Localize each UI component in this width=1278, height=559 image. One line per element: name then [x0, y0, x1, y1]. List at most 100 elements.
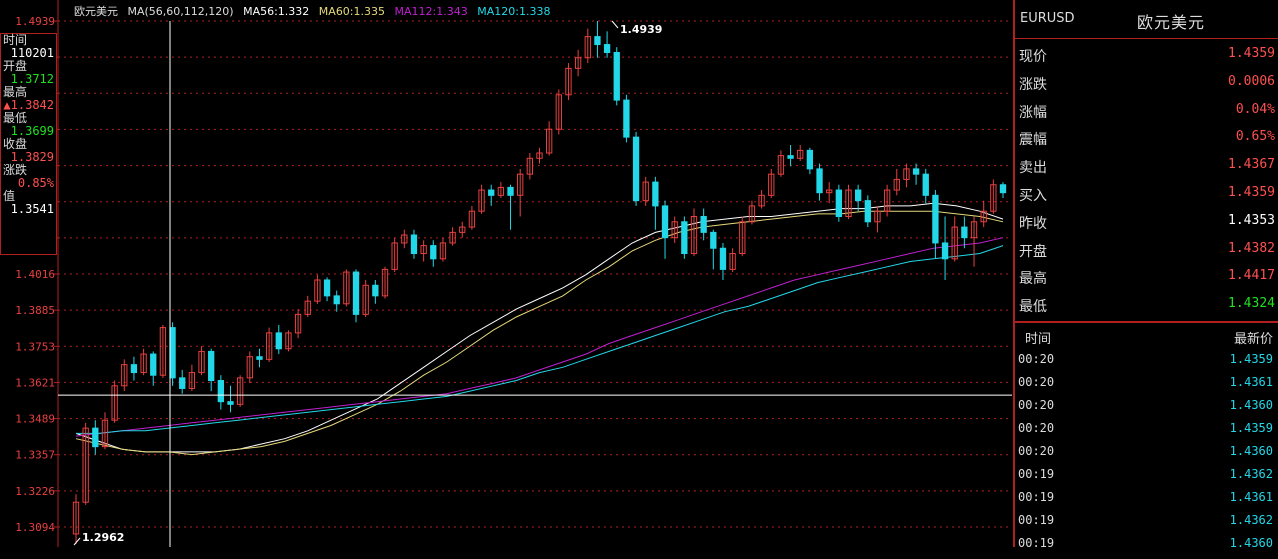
candle [903, 163, 910, 188]
candle [294, 309, 302, 339]
candle [362, 279, 369, 318]
candle [459, 221, 466, 238]
trade-row: 00:19 1.4362 [1015, 467, 1277, 490]
quote-row: 涨幅 0.04% [1015, 102, 1277, 122]
candle [130, 356, 138, 381]
candle [990, 179, 997, 214]
trade-row: 00:20 1.4361 [1015, 375, 1277, 398]
trade-row: 00:19 1.4360 [1015, 536, 1277, 559]
high-label: 1.4939 [620, 23, 662, 36]
candle-body [410, 234, 418, 255]
candle [632, 131, 640, 206]
quote-label: 现价 [1019, 49, 1047, 65]
candle [555, 89, 562, 135]
candle [758, 190, 765, 209]
moving-average-lines [75, 202, 1004, 456]
candle [420, 240, 427, 262]
candle [874, 205, 881, 233]
trades-time-header: 时间 [1025, 332, 1052, 347]
grid-lines [58, 20, 1012, 528]
candle [565, 63, 572, 101]
candle-body [323, 279, 331, 297]
candle-body [719, 247, 727, 270]
quote-value: 1.4367 [1228, 157, 1275, 173]
candle [285, 330, 292, 352]
candle [777, 150, 785, 177]
candle [690, 208, 698, 257]
trade-time: 00:19 [1018, 490, 1055, 504]
quote-label: 涨跌 [1019, 76, 1047, 93]
candle-body [169, 327, 176, 379]
candle [304, 295, 311, 318]
quote-value: 1.4359 [1228, 185, 1275, 200]
info-label: 最高 [3, 85, 28, 99]
candle [623, 94, 630, 143]
candle-body [941, 242, 949, 260]
low-arrow [73, 537, 81, 546]
candle-body [613, 51, 620, 101]
candle-body [594, 36, 601, 46]
trade-time: 00:20 [1018, 444, 1055, 458]
candle-body [652, 181, 659, 207]
candle-body [92, 427, 99, 448]
candle [797, 145, 804, 161]
candle-body [681, 221, 688, 255]
candles [72, 21, 1007, 544]
candle [410, 229, 418, 259]
candle-body [835, 189, 842, 217]
trade-price: 1.4361 [1229, 490, 1273, 504]
candle [594, 21, 601, 58]
candle-body [179, 377, 186, 389]
legend-ma120: MA120:1.338 [477, 5, 551, 18]
candle-body [787, 155, 794, 159]
quote-value: 1.4417 [1228, 268, 1275, 284]
candle [92, 420, 99, 455]
candle [864, 195, 871, 228]
trade-price: 1.4360 [1229, 444, 1273, 458]
high-arrow [611, 20, 619, 29]
candle [584, 28, 591, 64]
ma-legend: 欧元美元 MA(56,60,112,120) MA56:1.332 MA60:1… [74, 3, 556, 19]
trade-row: 00:19 1.4361 [1015, 490, 1277, 513]
crosshair-info-panel: 时间 110201 开盘 1.3712 最高 ▲1.3842 最低 1.3699 收盘 1.382… [0, 33, 57, 255]
quote-label: 买入 [1019, 188, 1047, 204]
candle-body [275, 332, 282, 350]
trade-time: 00:19 [1018, 513, 1055, 527]
candle-body [372, 284, 379, 297]
candle-body [922, 173, 929, 196]
quote-value: 1.4382 [1228, 240, 1275, 256]
info-value: ▲1.3842 [3, 98, 54, 112]
candle [343, 269, 350, 307]
candle-body [488, 189, 495, 196]
quote-label: 开盘 [1019, 243, 1047, 260]
candle [806, 147, 814, 175]
candle [256, 348, 263, 368]
quote-label: 卖出 [1019, 160, 1047, 177]
candle-body [150, 353, 157, 376]
candle-body [864, 200, 871, 223]
trade-price: 1.4360 [1229, 536, 1273, 550]
candle-body [961, 226, 968, 239]
quote-label: 最低 [1019, 299, 1047, 316]
y-tick-label: 1.3489 [15, 413, 55, 426]
candlestick-chart[interactable]: 1.49390775441280481.40161.38851.37531.36… [0, 0, 1013, 547]
candle [352, 269, 360, 323]
info-value: 1.3541 [10, 202, 54, 216]
candle [449, 227, 456, 246]
candle-body [932, 194, 939, 244]
candle [652, 176, 659, 230]
candle [970, 216, 978, 267]
trade-row: 00:20 1.4359 [1015, 421, 1277, 444]
candle-body [256, 356, 263, 360]
candle [237, 375, 244, 407]
candle [381, 266, 389, 299]
info-label: 值 [3, 189, 16, 203]
quote-label: 震幅 [1019, 132, 1047, 149]
candle [613, 47, 620, 106]
candle [169, 322, 176, 386]
candle [430, 240, 437, 267]
candle [941, 216, 949, 280]
candle [700, 208, 707, 241]
trade-row: 00:19 1.4362 [1015, 513, 1277, 536]
info-value: 1.3829 [10, 150, 54, 164]
